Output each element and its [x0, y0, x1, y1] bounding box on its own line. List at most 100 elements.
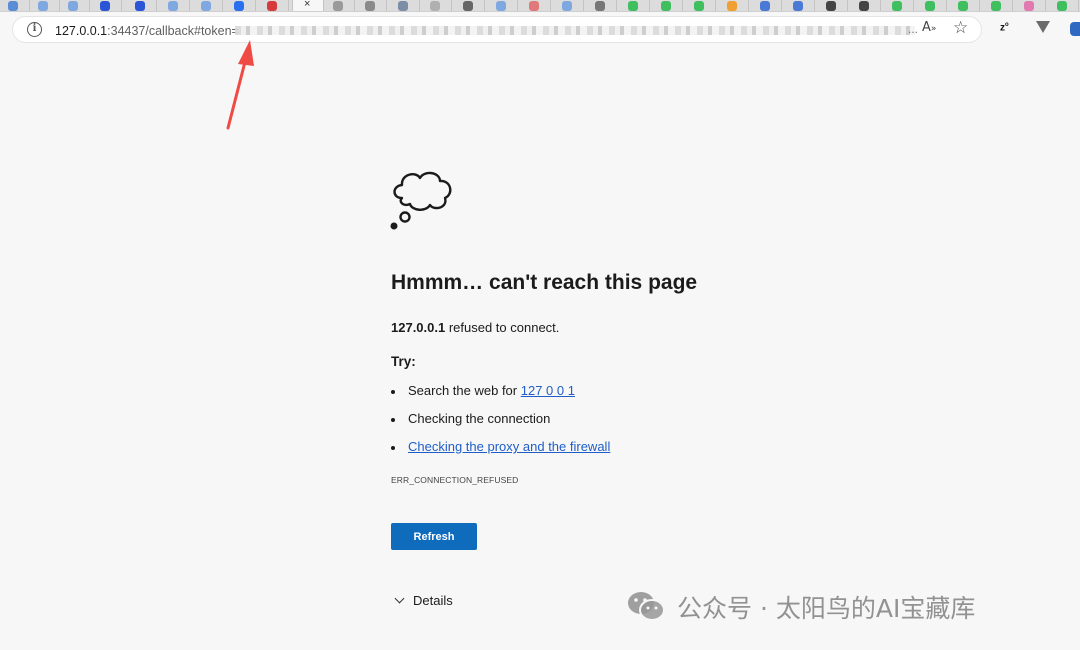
browser-tab[interactable]: [851, 0, 881, 11]
tab-favicon-icon: [562, 1, 572, 11]
browser-tab[interactable]: [752, 0, 782, 11]
tab-favicon-icon: [398, 1, 408, 11]
tab-favicon-icon: [628, 1, 638, 11]
url-path: :34437/callback#token=: [107, 24, 239, 38]
url-host: 127.0.0.1: [55, 24, 108, 38]
refused-text: refused to connect.: [445, 320, 560, 335]
tab-favicon-icon: [201, 1, 211, 11]
try-heading: Try:: [391, 354, 416, 369]
browser-tab[interactable]: [554, 0, 584, 11]
tab-favicon-icon: [727, 1, 737, 11]
tab-favicon-icon: [463, 1, 473, 11]
address-bar[interactable]: i 127.0.0.1:34437/callback#token= ... A»…: [12, 16, 982, 43]
details-toggle[interactable]: Details: [393, 593, 453, 608]
watermark-text: 公众号 · 太阳鸟的AI宝藏库: [677, 594, 976, 623]
browser-tab[interactable]: [686, 0, 716, 11]
browser-tab[interactable]: [160, 0, 190, 11]
tab-favicon-icon: [365, 1, 375, 11]
refused-message: 127.0.0.1 refused to connect.: [391, 320, 559, 335]
browser-tab[interactable]: [587, 0, 617, 11]
search-web-link[interactable]: 127 0 0 1: [521, 383, 575, 398]
browser-tab[interactable]: [60, 0, 90, 11]
address-url[interactable]: 127.0.0.1:34437/callback#token=: [55, 24, 239, 38]
browser-tab[interactable]: [488, 0, 518, 11]
browser-toolbar: i 127.0.0.1:34437/callback#token= ... A»…: [0, 12, 1080, 46]
tab-favicon-icon: [430, 1, 440, 11]
browser-tab[interactable]: [226, 0, 256, 11]
browser-tab[interactable]: [653, 0, 683, 11]
browser-tab[interactable]: [1049, 0, 1079, 11]
tab-favicon-icon: [100, 1, 110, 11]
tab-favicon-icon: [68, 1, 78, 11]
refresh-button[interactable]: Refresh: [391, 523, 477, 550]
browser-tab[interactable]: [92, 0, 122, 11]
tab-favicon-icon: [958, 1, 968, 11]
browser-tab[interactable]: [983, 0, 1013, 11]
browser-tab[interactable]: [357, 0, 387, 11]
zotero-extension-icon[interactable]: zo: [1000, 22, 1009, 33]
extension-edge-icon[interactable]: [1070, 22, 1080, 36]
bullet: [391, 390, 395, 394]
tab-favicon-icon: [168, 1, 178, 11]
tab-favicon-icon: [529, 1, 539, 11]
suggestion-text: Search the web for 127 0 0 1: [408, 383, 575, 398]
browser-tab[interactable]: [390, 0, 420, 11]
active-browser-tab[interactable]: ×: [292, 0, 324, 11]
check-connection-text: Checking the connection: [408, 411, 551, 426]
page-title: Hmmm… can't reach this page: [391, 271, 698, 294]
tab-favicon-icon: [661, 1, 671, 11]
tab-favicon-icon: [1057, 1, 1067, 11]
browser-tab[interactable]: [620, 0, 650, 11]
proxy-firewall-link[interactable]: Checking the proxy and the firewall: [408, 439, 610, 454]
tab-favicon-icon: [694, 1, 704, 11]
bullet: [391, 446, 395, 450]
browser-tab[interactable]: [30, 0, 60, 11]
favorite-star-icon[interactable]: ☆: [953, 18, 968, 38]
vue-extension-icon[interactable]: [1036, 21, 1050, 33]
browser-tab[interactable]: [193, 0, 223, 11]
browser-tab[interactable]: [259, 0, 289, 11]
browser-tab[interactable]: [0, 0, 30, 11]
refused-host: 127.0.0.1: [391, 320, 446, 335]
browser-tab[interactable]: [325, 0, 355, 11]
browser-tab[interactable]: [917, 0, 947, 11]
chevron-down-icon: [394, 593, 405, 604]
tab-favicon-icon: [826, 1, 836, 11]
thought-cloud-icon: [390, 171, 452, 230]
browser-tab[interactable]: [884, 0, 914, 11]
tab-favicon-icon: [1024, 1, 1034, 11]
tab-favicon-icon: [8, 1, 18, 11]
browser-tab[interactable]: [521, 0, 551, 11]
tab-favicon-icon: [135, 1, 145, 11]
tab-favicon-icon: [496, 1, 506, 11]
redacted-token-blur: [235, 26, 915, 35]
tab-favicon-icon: [925, 1, 935, 11]
wechat-logo-icon: [628, 592, 665, 621]
tab-favicon-icon: [267, 1, 277, 11]
tab-favicon-icon: [333, 1, 343, 11]
error-code: ERR_CONNECTION_REFUSED: [391, 475, 519, 485]
tab-favicon-icon: [234, 1, 244, 11]
browser-tab[interactable]: [422, 0, 452, 11]
browser-tab[interactable]: [719, 0, 749, 11]
browser-tab[interactable]: [950, 0, 980, 11]
browser-tab[interactable]: [785, 0, 815, 11]
tab-favicon-icon: [38, 1, 48, 11]
search-prefix: Search the web for: [408, 383, 521, 398]
browser-tab[interactable]: [1016, 0, 1046, 11]
tab-favicon-icon: [892, 1, 902, 11]
browser-tab[interactable]: [818, 0, 848, 11]
browser-tab[interactable]: [127, 0, 157, 11]
read-aloud-icon[interactable]: A»: [922, 20, 936, 35]
tab-favicon-icon: [595, 1, 605, 11]
bullet: [391, 418, 395, 422]
site-info-icon[interactable]: i: [27, 22, 42, 37]
browser-tab[interactable]: [455, 0, 485, 11]
tab-favicon-icon: [793, 1, 803, 11]
tab-favicon-icon: [991, 1, 1001, 11]
tab-favicon-icon: [760, 1, 770, 11]
close-tab-icon[interactable]: ×: [304, 0, 310, 10]
tab-favicon-icon: [859, 1, 869, 11]
url-ellipsis: ...: [908, 22, 919, 36]
tab-strip: ×: [0, 0, 1080, 12]
